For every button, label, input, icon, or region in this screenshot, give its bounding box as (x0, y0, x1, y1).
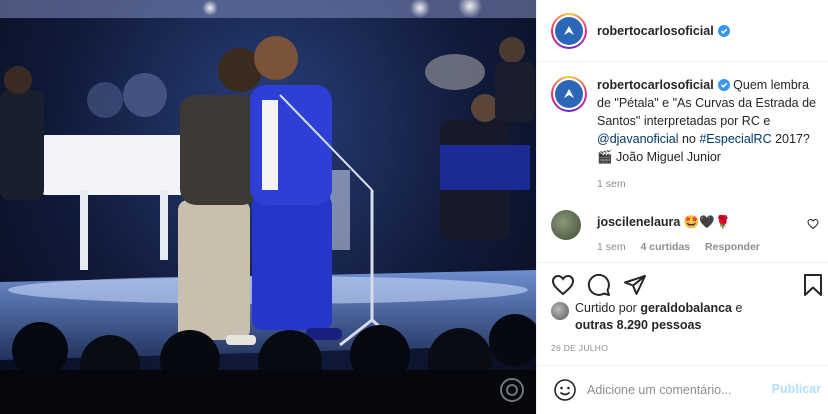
avatar-logo-icon (564, 25, 574, 35)
caption-text: robertocarlosoficial Quem lembra de "Pét… (597, 76, 819, 166)
comment-like-icon[interactable] (807, 218, 819, 230)
post-photo[interactable] (0, 0, 536, 414)
post-side-panel: robertocarlosoficial robertocarlosoficia… (536, 0, 828, 414)
concert-stage-image (0, 0, 536, 414)
liker-username[interactable]: geraldobalanca (640, 301, 732, 315)
liked-by: Curtido por geraldobalanca e outras 8.29… (551, 300, 821, 334)
post-date: 26 DE JULHO (551, 343, 609, 353)
emoji-icon[interactable] (553, 378, 577, 402)
comment-input[interactable] (587, 380, 767, 400)
publish-button[interactable]: Publicar (772, 382, 821, 396)
post-header: robertocarlosoficial (537, 0, 828, 62)
caption-username[interactable]: robertocarlosoficial (597, 78, 714, 92)
comment-likes[interactable]: 4 curtidas (641, 241, 691, 253)
caption-timestamp: 1 sem (597, 178, 626, 190)
caption: robertocarlosoficial Quem lembra de "Pét… (551, 76, 821, 166)
mention-link[interactable]: @djavanoficial (597, 132, 678, 146)
verified-badge-icon (717, 79, 730, 91)
comment-username[interactable]: joscilenelaura (597, 215, 680, 229)
comment-timestamp: 1 sem (597, 241, 626, 253)
bookmark-icon[interactable] (801, 273, 825, 297)
liker-avatar[interactable] (551, 302, 569, 320)
send-icon[interactable] (623, 273, 647, 297)
heart-icon[interactable] (551, 273, 575, 297)
liked-by-prefix: Curtido por (575, 301, 641, 315)
comment-icon[interactable] (587, 273, 611, 297)
avatar-logo-icon (564, 89, 574, 98)
header-username[interactable]: robertocarlosoficial (597, 24, 714, 38)
reply-button[interactable]: Responder (705, 241, 760, 253)
caption-avatar[interactable] (551, 76, 587, 112)
likes-count-link[interactable]: outras 8.290 pessoas (575, 318, 701, 332)
comment-meta: 1 sem 4 curtidas Responder (597, 241, 772, 253)
comment-body: 🤩🖤🌹 (680, 215, 731, 229)
comment-avatar[interactable] (551, 210, 581, 240)
avatar[interactable] (551, 12, 587, 49)
verified-badge-icon (717, 24, 730, 37)
comment-text: joscilenelaura 🤩🖤🌹 (597, 215, 731, 230)
caption-body-middle: no (678, 132, 700, 146)
hashtag-link[interactable]: #EspecialRC (699, 132, 771, 146)
liked-by-conjunction: e (732, 301, 743, 315)
comment-box: Publicar (537, 365, 828, 414)
